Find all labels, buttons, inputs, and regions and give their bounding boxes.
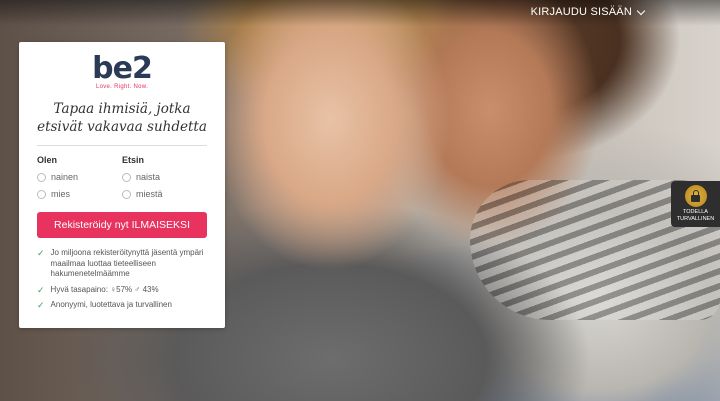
register-button[interactable]: Rekisteröidy nyt ILMAISEKSI [37,212,207,238]
radio-button[interactable] [37,189,46,199]
benefits-list: ✓ Jo miljoona rekisteröitynyttä jäsentä … [37,248,207,311]
gender-label: Olen [37,155,58,165]
seeking-group: Etsin naista miestä [122,155,207,206]
seeking-option-female[interactable]: naista [122,172,207,182]
logo[interactable]: be2 Love. Right. Now. [37,51,207,91]
check-icon: ✓ [37,300,45,310]
benefit-text: Anonyymi, luotettava ja turvallinen [50,300,172,309]
login-label: KIRJAUDU SISÄÄN [530,6,632,18]
radio-button[interactable] [122,189,131,199]
seeking-option-male[interactable]: miestä [122,189,207,199]
signup-headline: Tapaa ihmisiä, jotka etsivät vakavaa suh… [37,101,207,135]
benefit-item: ✓ Anonyymi, luotettava ja turvallinen [37,300,207,311]
trust-badge[interactable]: TODELLA TURVALLINEN [671,181,720,227]
benefit-text: Hyvä tasapaino: ♀57% ♂ 43% [50,284,159,294]
chevron-down-icon [636,6,646,15]
trust-badge-text: TODELLA TURVALLINEN [676,209,715,222]
lock-icon [684,185,707,207]
benefit-item: ✓ Hyvä tasapaino: ♀57% ♂ 43% [37,285,207,296]
gender-option-male[interactable]: mies [37,189,122,199]
benefit-text: Jo miljoona rekisteröitynyttä jäsentä ym… [50,248,204,278]
logo-tagline: Love. Right. Now. [95,84,149,90]
radio-button[interactable] [122,172,131,182]
gender-group: Olen nainen mies [37,155,122,206]
option-label: naista [136,172,161,182]
option-label: nainen [51,172,79,182]
signup-card: be2 Love. Right. Now. Tapaa ihmisiä, jot… [19,42,225,328]
preference-selector: Olen nainen mies Etsin naista miestä [37,155,207,206]
divider [37,145,207,146]
seeking-label: Etsin [122,155,145,165]
check-icon: ✓ [37,284,45,295]
option-label: mies [51,189,71,199]
login-button[interactable]: KIRJAUDU SISÄÄN [530,6,646,18]
gender-option-female[interactable]: nainen [37,172,122,182]
option-label: miestä [136,189,163,199]
top-bar: KIRJAUDU SISÄÄN [0,0,720,26]
check-icon: ✓ [37,248,45,258]
logo-wordmark: be2 [92,51,153,86]
radio-button[interactable] [37,172,46,182]
benefit-item: ✓ Jo miljoona rekisteröitynyttä jäsentä … [37,248,207,280]
